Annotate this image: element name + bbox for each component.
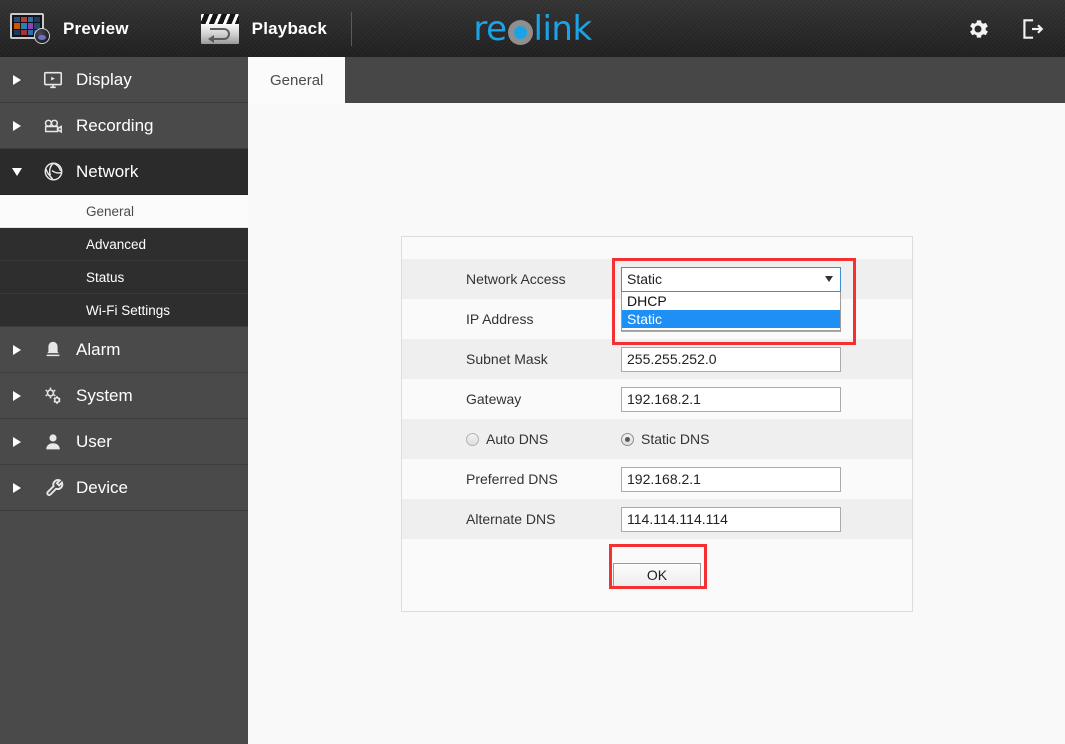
brand-logo: re link: [0, 0, 1065, 57]
gateway-input[interactable]: [621, 386, 841, 412]
sidebar-item-device-label: Device: [76, 477, 128, 497]
network-access-option-static[interactable]: Static: [622, 309, 840, 328]
chevron-right-icon: [0, 120, 34, 131]
radio-static-dns[interactable]: Static DNS: [621, 431, 709, 447]
chevron-right-icon: [0, 482, 34, 493]
row-dns-mode: Auto DNS Static DNS: [402, 419, 912, 459]
radio-auto-dns-label: Auto DNS: [486, 431, 549, 447]
chevron-right-icon: [0, 436, 34, 447]
sidebar-subitem-advanced[interactable]: Advanced: [0, 228, 248, 261]
chevron-down-icon: [825, 276, 833, 282]
radio-static-dns-button[interactable]: [621, 432, 634, 446]
sidebar-item-display[interactable]: Display: [0, 57, 248, 103]
clapperboard-playback-icon: [200, 13, 239, 44]
sidebar-item-recording[interactable]: Recording: [0, 103, 248, 149]
sidebar-subitem-wifi-settings[interactable]: Wi-Fi Settings: [0, 294, 248, 327]
sidebar-item-display-label: Display: [76, 69, 132, 89]
monitor-preview-icon: [10, 13, 50, 44]
top-header: Preview Playback re link: [0, 0, 1065, 57]
label-subnet-mask: Subnet Mask: [466, 351, 548, 367]
sidebar-item-system-label: System: [76, 385, 133, 405]
field-subnet-mask: [621, 346, 841, 372]
network-access-option-static-label: Static: [627, 310, 663, 327]
sidebar-subitem-status-label: Status: [86, 269, 125, 285]
sidebar-subitem-advanced-label: Advanced: [86, 236, 147, 252]
sidebar-item-user-label: User: [76, 431, 112, 451]
main-content: General Network Access Static DHCP Stati…: [248, 57, 1065, 744]
gear-icon[interactable]: [965, 16, 991, 42]
globe-icon: [34, 160, 72, 183]
network-general-form: Network Access Static DHCP Static IP Add…: [401, 236, 913, 612]
chevron-right-icon: [0, 74, 34, 85]
chevron-right-icon: [0, 390, 34, 401]
app-root: Preview Playback re link Display Recordi…: [0, 0, 1065, 744]
network-access-option-dhcp[interactable]: DHCP: [622, 292, 840, 310]
row-network-access: Network Access Static DHCP Static: [402, 259, 912, 331]
network-access-options: DHCP Static: [621, 291, 841, 331]
chevron-down-icon: [0, 167, 34, 176]
row-preferred-dns: Preferred DNS: [402, 459, 912, 499]
row-gateway: Gateway: [402, 379, 912, 419]
nav-preview[interactable]: Preview: [0, 0, 139, 57]
panel-top-spacer: [402, 237, 912, 259]
radio-static-dns-label: Static DNS: [641, 431, 710, 447]
sidebar-subitem-status[interactable]: Status: [0, 261, 248, 294]
videocam-icon: [34, 115, 72, 137]
sidebar-item-user[interactable]: User: [0, 419, 248, 465]
person-icon: [34, 431, 72, 453]
sidebar-subitem-general-label: General: [86, 203, 135, 219]
network-access-option-dhcp-label: DHCP: [627, 292, 667, 309]
brand-suffix: link: [533, 8, 593, 49]
label-network-access: Network Access: [466, 271, 566, 287]
network-access-selected-value: Static: [627, 271, 663, 287]
header-actions: [965, 0, 1045, 57]
tab-general-label: General: [270, 71, 324, 89]
sidebar-item-network[interactable]: Network: [0, 149, 248, 195]
sidebar-subitem-wifi-settings-label: Wi-Fi Settings: [86, 302, 171, 318]
brand-prefix: re: [473, 8, 507, 49]
wrench-icon: [34, 476, 72, 499]
field-network-access: Static DHCP Static: [621, 266, 841, 331]
sidebar-item-device[interactable]: Device: [0, 465, 248, 511]
subnet-mask-input[interactable]: [621, 346, 841, 372]
sidebar-item-alarm-label: Alarm: [76, 339, 121, 359]
sidebar: Display Recording Network General Advanc…: [0, 57, 248, 744]
bell-icon: [34, 339, 72, 361]
tab-bar: General: [248, 57, 1065, 103]
sidebar-item-system[interactable]: System: [0, 373, 248, 419]
field-alternate-dns: [621, 506, 841, 532]
ok-button[interactable]: OK: [613, 562, 701, 588]
sidebar-item-alarm[interactable]: Alarm: [0, 327, 248, 373]
sidebar-subitem-general[interactable]: General: [0, 195, 248, 228]
nav-preview-label: Preview: [63, 18, 129, 38]
label-ip-address: IP Address: [466, 311, 534, 327]
field-gateway: [621, 386, 841, 412]
row-submit: OK: [402, 539, 912, 611]
brand-lens-icon: [507, 19, 533, 45]
row-subnet-mask: Subnet Mask: [402, 339, 912, 379]
radio-auto-dns-button[interactable]: [466, 432, 479, 446]
chevron-right-icon: [0, 344, 34, 355]
row-alternate-dns: Alternate DNS: [402, 499, 912, 539]
label-gateway: Gateway: [466, 391, 522, 407]
sidebar-item-network-label: Network: [76, 161, 139, 181]
monitor-icon: [34, 69, 72, 91]
nav-playback[interactable]: Playback: [191, 0, 337, 57]
logout-icon[interactable]: [1019, 16, 1045, 42]
label-alternate-dns: Alternate DNS: [466, 511, 556, 527]
header-divider: [351, 11, 352, 46]
gears-icon: [34, 384, 72, 408]
tab-general[interactable]: General: [248, 57, 346, 103]
label-preferred-dns: Preferred DNS: [466, 471, 558, 487]
alternate-dns-input[interactable]: [621, 506, 841, 532]
sidebar-item-recording-label: Recording: [76, 115, 154, 135]
nav-playback-label: Playback: [251, 18, 327, 38]
field-preferred-dns: [621, 466, 841, 492]
network-access-select[interactable]: Static: [621, 266, 841, 292]
preferred-dns-input[interactable]: [621, 466, 841, 492]
radio-auto-dns[interactable]: Auto DNS: [466, 431, 621, 447]
